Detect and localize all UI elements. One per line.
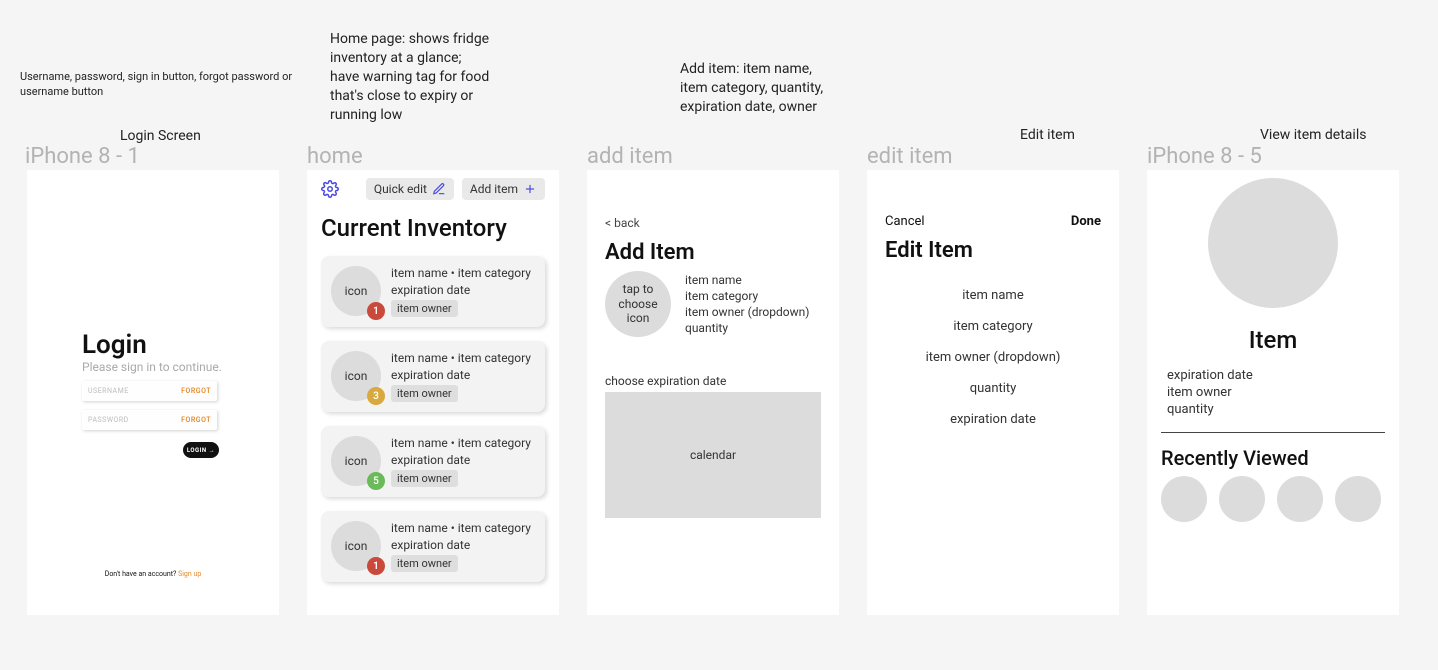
inventory-card[interactable]: icon 1 item name • item category expirat… — [321, 256, 545, 327]
item-detail-fields: expiration date item owner quantity — [1167, 368, 1253, 417]
recently-viewed-row — [1161, 476, 1381, 522]
label-login-screen: Login Screen — [120, 128, 201, 144]
edit-field[interactable]: expiration date — [950, 412, 1036, 427]
edit-icon — [432, 182, 446, 196]
forgot-username-link[interactable]: FORGOT — [181, 387, 211, 395]
add-fields: item name item category item owner (dropdo… — [685, 273, 809, 335]
username-placeholder: USERNAME — [88, 387, 129, 395]
frame-login: Login Please sign in to continue. USERNA… — [27, 170, 279, 615]
inventory-card[interactable]: icon 1 item name • item category expirat… — [321, 511, 545, 582]
divider — [1161, 432, 1385, 433]
plus-icon — [523, 182, 537, 196]
inventory-list: icon 1 item name • item category expirat… — [321, 256, 545, 582]
calendar-widget[interactable]: calendar — [605, 392, 821, 518]
item-expiration: expiration date — [391, 538, 531, 552]
frame-name-3: add item — [587, 144, 673, 169]
quick-edit-label: Quick edit — [374, 182, 427, 196]
quantity-badge: 3 — [367, 387, 385, 405]
item-title: Item — [1147, 326, 1399, 354]
inventory-card[interactable]: icon 5 item name • item category expirat… — [321, 426, 545, 497]
annotation-edit: Edit item — [1020, 126, 1075, 145]
item-title-line: item name • item category — [391, 521, 531, 535]
login-button[interactable]: LOGIN → — [183, 442, 219, 458]
item-owner-chip: item owner — [391, 385, 458, 402]
frame-name-2: home — [307, 144, 363, 169]
icon-label: icon — [345, 369, 368, 383]
signup-link[interactable]: Sign up — [178, 570, 201, 578]
icon-label: icon — [345, 284, 368, 298]
inventory-item-icon: icon 1 — [331, 266, 381, 316]
annotation-login: Username, password, sign in button, forg… — [20, 70, 320, 100]
add-field[interactable]: quantity — [685, 321, 809, 335]
inventory-item-icon: icon 5 — [331, 436, 381, 486]
annotation-home: Home page: shows fridge inventory at a g… — [330, 30, 490, 124]
item-expiration: expiration date — [391, 283, 531, 297]
done-button[interactable]: Done — [1071, 214, 1101, 229]
frame-add-item: < back Add Item tap to choose icon item … — [587, 170, 839, 615]
quantity-badge: 1 — [367, 302, 385, 320]
edit-heading: Edit Item — [885, 238, 973, 263]
inventory-heading: Current Inventory — [321, 214, 507, 242]
frame-edit-item: Cancel Done Edit Item item name item cate… — [867, 170, 1119, 615]
forgot-password-link[interactable]: FORGOT — [181, 416, 211, 424]
recent-item[interactable] — [1219, 476, 1265, 522]
edit-field[interactable]: item owner (dropdown) — [926, 350, 1061, 365]
annotation-view: View item details — [1260, 126, 1366, 145]
icon-label: icon — [345, 454, 368, 468]
edit-field[interactable]: quantity — [970, 381, 1017, 396]
item-expiration: expiration date — [391, 368, 531, 382]
inventory-item-icon: icon 1 — [331, 521, 381, 571]
edit-field[interactable]: item category — [953, 319, 1032, 334]
quantity-badge: 5 — [367, 472, 385, 490]
edit-fields: item name item category item owner (dropdo… — [885, 288, 1101, 427]
frame-name-4: edit item — [867, 144, 953, 169]
recent-item[interactable] — [1161, 476, 1207, 522]
item-owner-chip: item owner — [391, 470, 458, 487]
icon-label: icon — [345, 539, 368, 553]
recent-item[interactable] — [1277, 476, 1323, 522]
no-account-text: Don't have an account? Sign up — [27, 570, 279, 578]
item-title-line: item name • item category — [391, 266, 531, 280]
edit-field[interactable]: item name — [962, 288, 1023, 303]
username-input[interactable]: USERNAME FORGOT — [82, 381, 217, 401]
frame-name-5: iPhone 8 - 5 — [1147, 144, 1262, 169]
no-account-label: Don't have an account? — [105, 570, 178, 578]
item-owner-chip: item owner — [391, 555, 458, 572]
add-field[interactable]: item name — [685, 273, 809, 287]
recent-item[interactable] — [1335, 476, 1381, 522]
add-item-label: Add item — [470, 182, 518, 196]
frame-view-item: Item expiration date item owner quantity R… — [1147, 170, 1399, 615]
quantity-badge: 1 — [367, 557, 385, 575]
calendar-label: choose expiration date — [605, 374, 726, 388]
login-heading: Login — [82, 330, 147, 360]
frame-name-1: iPhone 8 - 1 — [25, 144, 140, 169]
item-title-line: item name • item category — [391, 436, 531, 450]
add-field[interactable]: item category — [685, 289, 809, 303]
item-owner-chip: item owner — [391, 300, 458, 317]
add-field[interactable]: item owner (dropdown) — [685, 305, 809, 319]
password-input[interactable]: PASSWORD FORGOT — [82, 410, 217, 430]
recently-viewed-heading: Recently Viewed — [1161, 446, 1309, 470]
view-field: expiration date — [1167, 368, 1253, 383]
frame-home: Quick edit Add item Current Inventory ic… — [307, 170, 559, 615]
view-field: item owner — [1167, 385, 1253, 400]
back-link[interactable]: < back — [605, 216, 640, 230]
add-heading: Add Item — [605, 240, 695, 265]
gear-icon[interactable] — [321, 180, 339, 198]
item-title-line: item name • item category — [391, 351, 531, 365]
choose-icon-button[interactable]: tap to choose icon — [605, 271, 671, 337]
inventory-item-icon: icon 3 — [331, 351, 381, 401]
item-image — [1208, 178, 1338, 308]
item-expiration: expiration date — [391, 453, 531, 467]
cancel-button[interactable]: Cancel — [885, 214, 925, 229]
view-field: quantity — [1167, 402, 1253, 417]
password-placeholder: PASSWORD — [88, 416, 129, 424]
add-item-button[interactable]: Add item — [462, 178, 545, 200]
quick-edit-button[interactable]: Quick edit — [366, 178, 454, 200]
inventory-card[interactable]: icon 3 item name • item category expirat… — [321, 341, 545, 412]
login-subheading: Please sign in to continue. — [82, 360, 222, 374]
annotation-add: Add item: item name, item category, quan… — [680, 60, 830, 117]
